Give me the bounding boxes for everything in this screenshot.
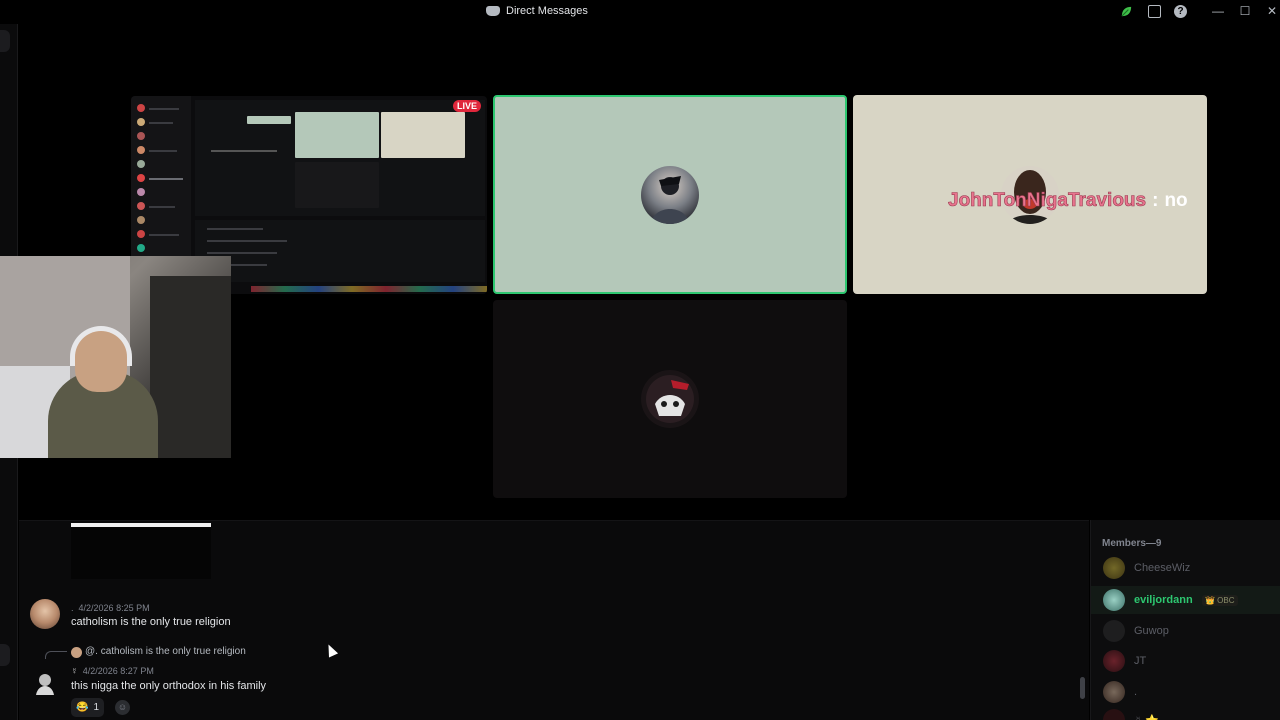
preview-line [149, 108, 179, 110]
window-title-text: Direct Messages [506, 5, 588, 17]
member-item[interactable]: JT [1091, 647, 1280, 675]
message-avatar[interactable] [30, 599, 60, 629]
member-list: Members—9 CheeseWiz eviljordann 👑 OBC Gu… [1090, 520, 1280, 720]
member-avatar [1103, 681, 1125, 703]
preview-line [149, 150, 177, 152]
help-icon[interactable]: ? [1174, 5, 1187, 18]
member-item[interactable]: Guwop [1091, 617, 1280, 645]
member-item[interactable]: CheeseWiz [1091, 554, 1280, 582]
add-reaction-button[interactable]: ☺ [115, 700, 130, 715]
participant-tile-speaking[interactable] [493, 95, 847, 294]
member-name: JT [1134, 655, 1147, 667]
live-badge: LIVE [452, 100, 481, 112]
media-attachment[interactable] [71, 523, 211, 579]
message-timestamp: 4/2/2026 8:25 PM [78, 603, 150, 613]
close-button[interactable]: ✕ [1265, 4, 1279, 18]
message-author[interactable]: ☿ [71, 666, 78, 676]
webcam-background-door [150, 276, 231, 458]
stream-preview-taskbar [251, 286, 487, 292]
preview-line [149, 178, 183, 180]
member-avatar [1103, 620, 1125, 642]
chat-scrollbar[interactable] [1080, 677, 1085, 699]
preview-dot [137, 202, 145, 210]
avatar [641, 165, 699, 224]
preview-tile [381, 112, 465, 158]
rail-item[interactable] [0, 644, 10, 666]
avatar-figure [651, 175, 689, 224]
preview-line [149, 122, 173, 124]
reply-avatar [71, 647, 82, 658]
chat-panel: . 4/2/2026 8:25 PM catholism is the only… [19, 520, 1089, 720]
reply-connector [45, 651, 67, 659]
title-bar: Direct Messages ? — ☐ ✕ [0, 0, 1280, 24]
member-avatar [1103, 589, 1125, 611]
preview-dot [137, 118, 145, 126]
stream-preview-chat [195, 220, 485, 282]
message-text: this nigga the only orthodox in his fami… [71, 680, 267, 692]
preview-line [211, 150, 277, 152]
rail-item[interactable] [0, 30, 10, 52]
reaction-count: 1 [93, 702, 100, 713]
member-avatar [1103, 650, 1125, 672]
leaf-icon[interactable] [1120, 5, 1133, 18]
avatar [641, 370, 699, 428]
avatar-figure [36, 674, 54, 695]
window-title: Direct Messages [486, 5, 588, 17]
minimize-button[interactable]: — [1211, 4, 1225, 18]
preview-tile [295, 112, 379, 158]
participant-tile[interactable] [493, 300, 847, 498]
preview-line [149, 206, 175, 208]
member-name: Guwop [1134, 625, 1169, 637]
preview-dot [137, 146, 145, 154]
preview-line [207, 252, 277, 254]
message-header: . 4/2/2026 8:25 PM [71, 603, 150, 613]
preview-line [207, 228, 263, 230]
preview-line [149, 234, 179, 236]
preview-dot [137, 244, 145, 252]
avatar-figure [646, 375, 694, 423]
message-author[interactable]: . [71, 603, 74, 613]
preview-dot [137, 230, 145, 238]
member-name: . [1134, 686, 1138, 698]
preview-dot [137, 174, 145, 182]
inbox-icon[interactable] [1148, 5, 1161, 18]
message-avatar[interactable] [30, 669, 60, 699]
member-item[interactable]: ☿ ⭐ [1091, 706, 1280, 720]
reply-preview[interactable]: @. catholism is the only true religion [85, 646, 246, 657]
message-header: ☿ 4/2/2026 8:27 PM [71, 666, 154, 676]
overlay-username: JohnTonNigaTravious [948, 190, 1147, 212]
member-name: ☿ ⭐ [1134, 714, 1159, 720]
preview-tile [247, 116, 291, 124]
streamer-webcam [0, 256, 231, 458]
discord-logo-icon [486, 6, 500, 16]
message-timestamp: 4/2/2026 8:27 PM [82, 666, 154, 676]
member-avatar [1103, 557, 1125, 579]
preview-dot [137, 132, 145, 140]
overlay-message-text: no [1164, 190, 1188, 211]
reaction-emoji: 😂 [76, 702, 89, 713]
preview-tile [295, 162, 379, 208]
preview-line [207, 240, 287, 242]
member-name: eviljordann [1134, 594, 1193, 606]
maximize-button[interactable]: ☐ [1238, 4, 1252, 18]
preview-dot [137, 216, 145, 224]
members-header: Members—9 [1102, 538, 1162, 549]
message-text: catholism is the only true religion [71, 616, 231, 628]
member-tag: 👑 OBC [1202, 595, 1238, 606]
member-item[interactable]: . [1091, 678, 1280, 706]
preview-dot [137, 160, 145, 168]
member-item[interactable]: eviljordann 👑 OBC [1091, 586, 1280, 614]
overlay-separator: : [1152, 190, 1159, 211]
preview-dot [137, 104, 145, 112]
member-name: CheeseWiz [1134, 562, 1191, 574]
reaction-pill[interactable]: 😂 1 [71, 698, 105, 717]
stream-overlay-message: JohnTonNigaTravious : no [948, 190, 1188, 212]
member-avatar [1103, 709, 1125, 720]
preview-dot [137, 188, 145, 196]
stream-preview-main [195, 100, 485, 216]
